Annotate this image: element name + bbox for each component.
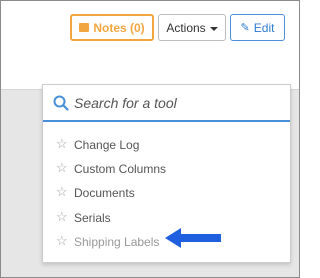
star-outline-icon[interactable]: ☆	[56, 137, 68, 151]
tool-item-serials[interactable]: ☆ Serials	[43, 208, 290, 228]
tool-item-label: Change Log	[74, 138, 140, 152]
search-icon	[53, 95, 69, 111]
arrow-left-icon	[165, 228, 221, 248]
tool-item-label: Serials	[74, 211, 111, 225]
star-outline-icon[interactable]: ☆	[56, 210, 68, 224]
chevron-down-icon	[209, 26, 218, 31]
tool-item-custom-columns[interactable]: ☆ Custom Columns	[43, 159, 290, 179]
star-outline-icon[interactable]: ☆	[56, 185, 68, 199]
tool-item-documents[interactable]: ☆ Documents	[43, 183, 290, 203]
tool-item-label: Documents	[74, 186, 135, 200]
tool-item-label: Shipping Labels	[74, 235, 160, 249]
star-outline-icon[interactable]: ☆	[56, 234, 68, 248]
pencil-icon: ✎	[240, 22, 250, 34]
screenshot-frame: Notes (0) Actions ✎ Edit ☆ Change Log ☆	[0, 0, 300, 278]
tool-item-label: Custom Columns	[74, 162, 167, 176]
tool-search-bar	[43, 85, 290, 122]
notes-button[interactable]: Notes (0)	[70, 14, 154, 41]
actions-button-label: Actions	[166, 20, 206, 35]
notes-icon	[79, 23, 90, 32]
tool-search-input[interactable]	[74, 93, 274, 113]
actions-dropdown-button[interactable]: Actions	[158, 14, 226, 41]
notes-button-label: Notes (0)	[93, 20, 145, 35]
edit-button[interactable]: ✎ Edit	[230, 14, 285, 41]
edit-button-label: Edit	[253, 20, 275, 35]
tool-item-change-log[interactable]: ☆ Change Log	[43, 135, 290, 155]
star-outline-icon[interactable]: ☆	[56, 161, 68, 175]
toolbar-area: Notes (0) Actions ✎ Edit	[1, 1, 299, 89]
